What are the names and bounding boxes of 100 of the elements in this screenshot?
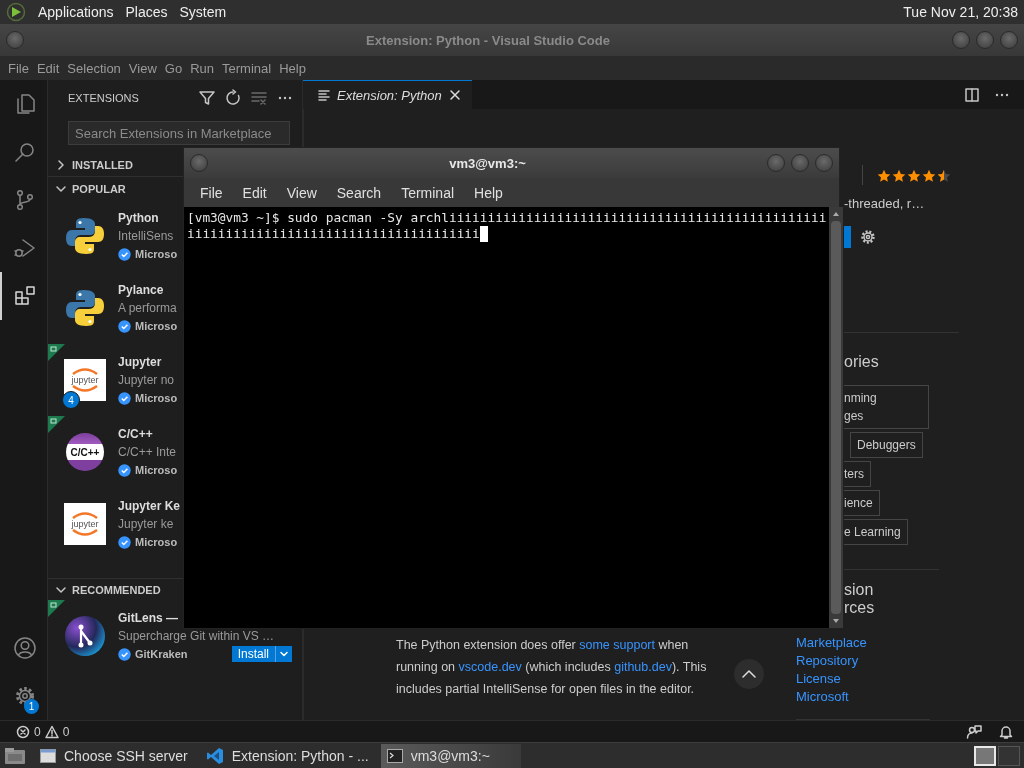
section-heading: sion rces <box>844 581 875 617</box>
menu-item[interactable]: Help <box>464 184 513 201</box>
menu-item[interactable]: Edit <box>232 184 277 201</box>
window-icon <box>40 748 56 763</box>
menu-item[interactable]: Applications <box>38 4 114 20</box>
extension-name: Python <box>118 210 159 227</box>
menu-item[interactable]: View <box>124 60 161 76</box>
close-icon[interactable] <box>447 88 462 102</box>
menu-item[interactable]: Search <box>326 184 392 201</box>
scrollbar[interactable] <box>829 207 844 628</box>
window-button[interactable] <box>190 154 208 172</box>
terminal-line: iiiiiiiiiiiiiiiiiiiiiiiiiiiiiiiiiiiiii <box>187 226 480 242</box>
window-button[interactable] <box>791 154 809 172</box>
section-header[interactable]: RECOMMENDED <box>72 583 161 596</box>
arc-icon <box>70 510 100 519</box>
settings-icon[interactable] <box>860 229 876 245</box>
ribbon-logo-icon <box>205 746 224 765</box>
count-badge: 4 <box>62 391 80 409</box>
caret-icon <box>279 649 289 659</box>
section-header[interactable]: INSTALLED <box>72 159 133 171</box>
menu-item[interactable]: File <box>4 60 33 76</box>
extension-description: Jupyter ke <box>118 516 174 533</box>
search-icon <box>12 140 37 164</box>
activity-button[interactable]: 1 <box>0 672 47 720</box>
terminal-icon <box>386 748 403 763</box>
category-tag[interactable]: ters <box>844 461 871 487</box>
window-button[interactable] <box>767 154 785 172</box>
taskbar-item[interactable]: Choose SSH server <box>34 743 194 768</box>
category-tag[interactable]: nming ges <box>844 385 929 429</box>
list-icon <box>317 88 331 102</box>
category-tag[interactable]: Debuggers <box>850 432 923 458</box>
editor-tab[interactable]: Extension: Python <box>303 80 472 109</box>
extension-name: Jupyter <box>118 354 162 371</box>
scroll-top-button[interactable] <box>734 659 764 689</box>
section-heading: ories <box>844 352 879 372</box>
window-button[interactable] <box>6 31 24 49</box>
extension-name: GitLens — <box>118 610 178 627</box>
extension-name: C/C++ <box>118 426 153 443</box>
extension-description: Supercharge Git within VS … <box>118 628 275 645</box>
menu-item[interactable]: Help <box>275 60 310 76</box>
menu-item[interactable]: Terminal <box>218 60 276 76</box>
bell-icon[interactable] <box>998 723 1014 740</box>
extension-name: Pylance <box>118 282 164 299</box>
category-tag[interactable]: ience <box>844 490 880 516</box>
publisher-name: Microso <box>135 464 179 476</box>
error-icon[interactable] <box>16 724 30 739</box>
extension-description: -threaded, r… <box>844 195 925 213</box>
publisher-name: Microso <box>135 392 179 404</box>
menu-item[interactable]: View <box>276 184 327 201</box>
extension-description: Jupyter no <box>118 372 175 389</box>
logo-text: jupyter <box>71 519 99 529</box>
link[interactable]: vscode.dev <box>458 660 522 674</box>
search-field[interactable]: Search Extensions in Marketplace <box>68 121 290 145</box>
section-header[interactable]: POPULAR <box>72 182 126 195</box>
link[interactable]: License <box>796 670 841 688</box>
link[interactable]: Repository <box>796 652 859 670</box>
terminal-line: [vm3@vm3 ~]$ sudo pacman -Sy archliiiiiiiiiiiiiiiiiiiiiiiiiiiiiiiiiiiiiiiiiiiiiiiii <box>187 210 827 226</box>
text-cursor <box>479 226 488 242</box>
window-title: Extension: Python - Visual Studio Code <box>365 32 611 48</box>
error-count[interactable]: 0 <box>34 724 41 739</box>
split-editor-icon[interactable] <box>964 86 980 103</box>
menu-item[interactable]: Places <box>125 4 168 20</box>
link[interactable]: Microsoft <box>796 688 849 706</box>
desktop-icon[interactable] <box>4 745 28 766</box>
menu-item[interactable]: Edit <box>32 60 64 76</box>
category-tag[interactable]: e Learning <box>844 519 908 545</box>
taskbar-item[interactable]: vm3@vm3:~ <box>380 743 521 768</box>
dropdown-button[interactable] <box>275 646 292 662</box>
menu-item[interactable]: File <box>190 184 233 201</box>
filter-icon[interactable] <box>198 88 216 107</box>
window-button[interactable] <box>1000 31 1018 49</box>
window-button[interactable] <box>952 31 970 49</box>
menu-item[interactable]: System <box>179 4 227 20</box>
blocks-icon <box>12 284 37 308</box>
feedback-icon[interactable] <box>966 723 982 740</box>
window-button[interactable] <box>815 154 833 172</box>
count-badge: 1 <box>24 699 39 714</box>
snake-logo-icon <box>64 287 106 329</box>
menu-item[interactable]: Go <box>160 60 187 76</box>
menu-item[interactable]: Run <box>186 60 218 76</box>
warning-count[interactable]: 0 <box>62 724 70 739</box>
taskbar-item[interactable]: Extension: Python - ... <box>199 743 375 768</box>
link[interactable]: github.dev <box>614 660 672 674</box>
link[interactable]: some support <box>579 638 655 652</box>
menu-item[interactable]: Terminal <box>391 184 465 201</box>
logo-text: C/C++ <box>70 446 100 458</box>
install-button[interactable]: Install <box>231 646 275 662</box>
window-title: vm3@vm3:~ <box>448 155 527 171</box>
refresh-icon[interactable] <box>224 88 242 107</box>
warning-icon[interactable] <box>44 724 59 739</box>
link[interactable]: Marketplace <box>796 634 867 652</box>
logo-icon[interactable] <box>6 2 26 22</box>
menu-item[interactable]: Selection <box>63 60 125 76</box>
description-paragraph: The Python extension does offer some support when running on vscode.dev (which includes github.dev). This includes partial IntelliSense for open files in the editor. <box>396 637 708 698</box>
clock[interactable]: Tue Nov 21, 20:38 <box>903 4 1018 20</box>
publisher-name: GitKraken <box>135 648 189 660</box>
logo-text: jupyter <box>71 375 99 385</box>
arc-icon <box>70 385 100 394</box>
window-button[interactable] <box>976 31 994 49</box>
panel-title: EXTENSIONS <box>68 91 140 104</box>
